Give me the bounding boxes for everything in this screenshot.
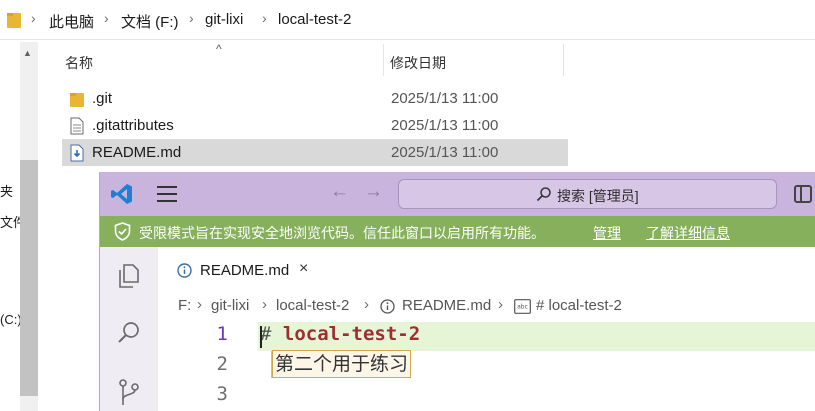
breadcrumb-symbol[interactable]: # local-test-2 [536,297,622,314]
breadcrumb-file[interactable]: README.md [402,297,491,314]
search-placeholder: 搜索 [管理员] [557,188,639,204]
sort-ascending-icon: ^ [216,42,222,56]
breadcrumb-git-lixi[interactable]: git-lixi [211,297,249,314]
menu-icon[interactable] [157,186,177,202]
file-name: .gitattributes [92,117,174,134]
breadcrumb-local-test-2[interactable]: local-test-2 [276,297,349,314]
title-bar: ← → 搜索 [管理员] [100,172,815,216]
chevron-right-icon: › [262,296,267,313]
manage-link[interactable]: 管理 [593,223,621,243]
text-symbol-icon: abc [514,299,531,314]
column-divider[interactable] [563,44,564,76]
breadcrumb-drive[interactable]: F: [178,297,191,314]
chevron-right-icon: › [104,10,109,26]
column-header-name[interactable]: 名称 [65,53,93,73]
navigation-scrollbar-thumb[interactable] [20,160,38,396]
nav-pane-label[interactable]: (C:) [0,312,20,327]
file-name: .git [92,90,113,107]
shield-icon [114,222,131,241]
restricted-mode-message: 受限模式旨在实现安全地浏览代码。信任此窗口以启用所有功能。 [139,225,545,241]
activity-bar [100,247,158,411]
tab-label: README.md [200,262,290,279]
svg-text:abc: abc [517,304,528,311]
file-modified-date: 2025/1/13 11:00 [391,90,499,107]
chevron-right-icon: › [498,296,503,313]
restricted-mode-banner: 受限模式旨在实现安全地浏览代码。信任此窗口以启用所有功能。 管理 了解详细信息 [100,216,815,247]
toggle-sidebar-icon[interactable] [794,185,812,203]
command-center-search[interactable]: 搜索 [管理员] [398,179,777,209]
line-number: 2 [216,353,228,375]
vscode-logo-icon [111,184,132,204]
column-divider[interactable] [383,44,384,76]
code-line-2[interactable]: 第二个用于练习 [272,350,412,378]
folder-icon [7,13,21,28]
chevron-right-icon: › [31,10,36,26]
line-number: 1 [216,323,228,345]
file-row-git[interactable]: .git 2025/1/13 11:00 [62,85,568,112]
text-cursor [260,326,262,348]
nav-pane-label[interactable]: 文件 [0,212,20,231]
chevron-right-icon: › [197,296,202,313]
forward-arrow-icon[interactable]: → [364,181,383,203]
document-icon [70,117,84,135]
column-header-row: ^ 名称 修改日期 [58,42,568,76]
column-header-modified[interactable]: 修改日期 [390,53,446,73]
markdown-file-icon [70,144,84,162]
line-number: 3 [216,383,228,405]
back-arrow-icon[interactable]: ← [330,181,349,203]
file-name: README.md [92,144,182,161]
breadcrumb-this-pc[interactable]: 此电脑 [49,11,94,32]
close-icon[interactable]: × [299,260,308,278]
source-control-icon[interactable] [115,377,143,405]
editor-breadcrumbs: F: › git-lixi › local-test-2 › README.md… [178,296,798,318]
search-icon [536,187,551,202]
breadcrumb-git-lixi[interactable]: git-lixi [205,11,243,28]
chevron-right-icon: › [262,10,267,26]
heading-text: local-test-2 [282,323,421,345]
tab-readme[interactable]: README.md × [168,253,323,289]
chevron-right-icon: › [364,296,369,313]
explorer-files-icon[interactable] [115,262,143,290]
folder-icon [70,93,84,107]
breadcrumb-documents-drive[interactable]: 文档 (F:) [121,11,179,32]
learn-more-link[interactable]: 了解详细信息 [646,223,730,243]
code-line-1[interactable]: # local-test-2 [260,323,420,345]
info-icon [380,299,395,314]
chevron-right-icon: › [189,10,194,26]
file-row-readme[interactable]: README.md 2025/1/13 11:00 [62,139,568,166]
vscode-window: ← → 搜索 [管理员] 受限模式旨在实现安全地浏览代码。信任此窗口以启用所有功… [99,172,815,411]
address-bar[interactable]: › 此电脑 › 文档 (F:) › git-lixi › local-test-… [0,0,815,40]
editor-area: README.md × F: › git-lixi › local-test-2… [158,247,815,411]
file-modified-date: 2025/1/13 11:00 [391,144,499,161]
scroll-up-icon[interactable]: ▲ [23,48,32,58]
file-modified-date: 2025/1/13 11:00 [391,117,499,134]
breadcrumb-local-test-2[interactable]: local-test-2 [278,11,351,28]
file-row-gitattributes[interactable]: .gitattributes 2025/1/13 11:00 [62,112,568,139]
info-icon [177,263,192,278]
nav-pane-label[interactable]: 夹 [0,181,20,200]
search-icon[interactable] [115,319,143,347]
